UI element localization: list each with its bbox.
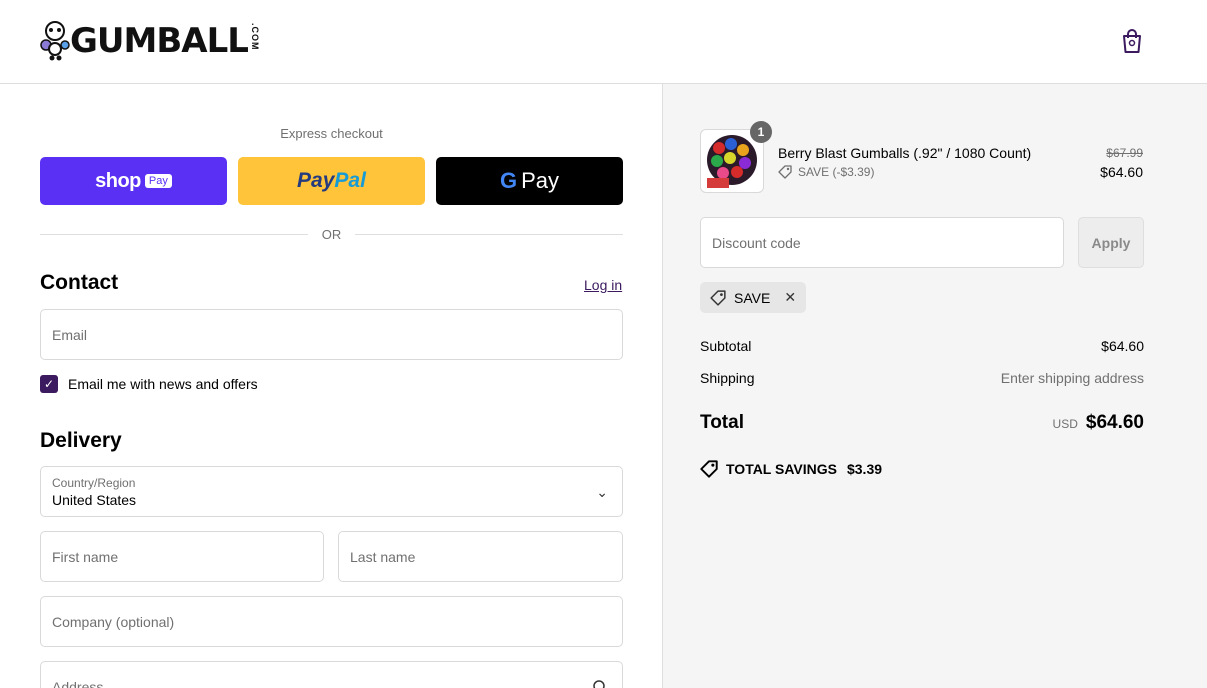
google-pay-wordmark: Pay <box>521 168 560 193</box>
discount-code-input[interactable]: Discount code <box>700 217 1064 268</box>
email-placeholder: Email <box>52 327 88 343</box>
delivery-title: Delivery <box>40 429 122 452</box>
applied-code-label: SAVE <box>734 289 771 306</box>
product-discount-label: SAVE (-$3.39) <box>798 165 875 179</box>
country-label: Country/Region <box>52 476 136 490</box>
checkout-form: Express checkout shop Pay Pay Pal G Pay O… <box>0 84 662 688</box>
address-placeholder: Address <box>52 679 104 688</box>
total-savings-label: TOTAL SAVINGS <box>726 461 837 477</box>
shipping-value: Enter shipping address <box>1000 370 1144 386</box>
currency-code: USD <box>1052 417 1078 431</box>
product-thumbnail: 1 <box>700 121 772 193</box>
order-summary: 1 Berry Blast Gumballs (.92" / 1080 Coun… <box>662 84 1207 688</box>
total-value: $64.60 <box>1085 412 1144 433</box>
google-pay-button[interactable]: G Pay <box>436 157 623 205</box>
paypal-wordmark-a: Pay <box>297 169 335 192</box>
logo-suffix: .COM <box>249 23 260 51</box>
quantity-badge: 1 <box>750 121 772 143</box>
logo-wordmark: GUMBALL <box>70 21 249 61</box>
search-icon <box>593 680 605 688</box>
login-link[interactable]: Log in <box>584 277 622 293</box>
newsletter-checkbox[interactable]: ✓ <box>40 375 58 393</box>
shipping-row: Shipping Enter shipping address <box>700 370 1144 386</box>
address-field[interactable]: Address <box>40 661 623 688</box>
contact-title: Contact <box>40 271 119 294</box>
last-name-placeholder: Last name <box>350 549 416 565</box>
gumball-mascot-icon <box>40 21 70 61</box>
discount-code-placeholder: Discount code <box>712 235 801 251</box>
email-field[interactable]: Email <box>40 309 623 360</box>
original-price: $67.99 <box>1106 146 1143 160</box>
applied-discount-tag: SAVE ✕ <box>700 282 807 313</box>
paypal-button[interactable]: Pay Pal <box>238 157 425 205</box>
apply-button[interactable]: Apply <box>1078 217 1144 268</box>
shipping-label: Shipping <box>700 370 755 386</box>
company-field[interactable]: Company (optional) <box>40 596 623 647</box>
shop-pay-button[interactable]: shop Pay <box>40 157 227 205</box>
total-row: Total USD $64.60 <box>700 412 1144 434</box>
subtotal-value: $64.60 <box>1101 338 1144 354</box>
tag-icon <box>778 165 792 179</box>
tag-icon <box>700 460 718 478</box>
gumball-logo[interactable]: GUMBALL .COM <box>40 20 260 62</box>
site-header: GUMBALL .COM <box>0 0 1207 84</box>
or-label: OR <box>321 226 342 242</box>
divider-line <box>40 233 308 235</box>
subtotal-label: Subtotal <box>700 338 752 354</box>
google-g-icon: G <box>499 168 518 193</box>
company-placeholder: Company (optional) <box>52 614 175 630</box>
last-name-field[interactable]: Last name <box>338 531 623 582</box>
first-name-placeholder: First name <box>52 549 119 565</box>
total-savings-value: $3.39 <box>846 461 883 477</box>
total-label: Total <box>700 412 744 433</box>
country-select[interactable]: Country/Region United States ⌄ <box>40 466 623 517</box>
shop-pay-wordmark: shop <box>95 169 141 192</box>
first-name-field[interactable]: First name <box>40 531 324 582</box>
product-name: Berry Blast Gumballs (.92" / 1080 Count) <box>778 145 1032 161</box>
divider-line <box>355 233 623 235</box>
tag-icon <box>710 289 726 306</box>
newsletter-option[interactable]: ✓ Email me with news and offers <box>40 375 258 393</box>
or-divider: OR <box>40 224 623 244</box>
product-discount: SAVE (-$3.39) <box>778 165 874 179</box>
item-price: $64.60 <box>1100 164 1143 180</box>
paypal-wordmark-b: Pal <box>334 169 366 192</box>
shop-pay-badge: Pay <box>144 174 172 188</box>
country-value: United States <box>52 492 137 508</box>
shopping-bag-icon[interactable] <box>1120 28 1144 54</box>
newsletter-label: Email me with news and offers <box>68 376 258 392</box>
total-savings: TOTAL SAVINGS $3.39 <box>700 460 882 478</box>
express-checkout-title: Express checkout <box>280 126 383 141</box>
close-icon[interactable]: ✕ <box>784 289 796 306</box>
chevron-down-icon: ⌄ <box>596 484 608 500</box>
subtotal-row: Subtotal $64.60 <box>700 338 1144 354</box>
